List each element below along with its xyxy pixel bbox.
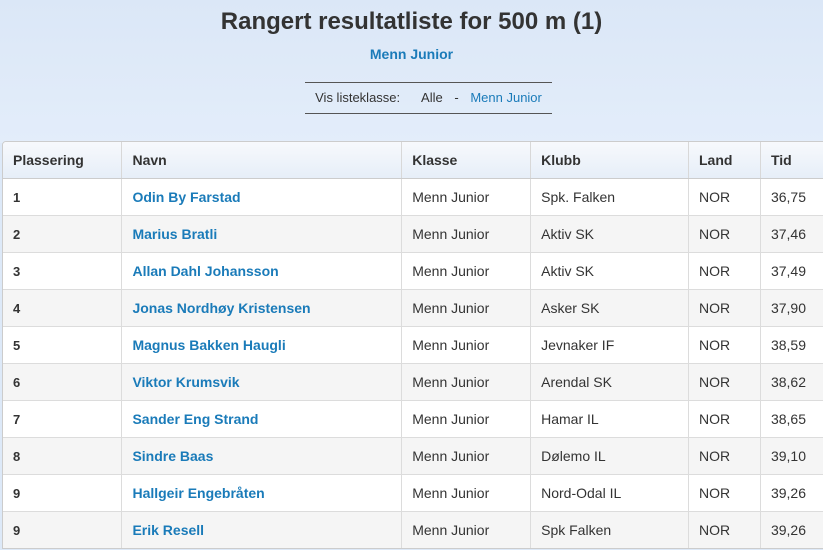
cell-time: 36,75: [760, 178, 823, 216]
page-header: Rangert resultatliste for 500 m (1) Menn…: [0, 0, 823, 143]
cell-club: Aktiv SK: [530, 252, 689, 290]
cell-place: 6: [3, 363, 123, 401]
athlete-name-link[interactable]: Erik Resell: [132, 522, 204, 538]
cell-time: 39,10: [760, 437, 823, 475]
class-subtitle-link[interactable]: Menn Junior: [0, 46, 823, 62]
cell-class: Menn Junior: [401, 252, 532, 290]
athlete-name-link[interactable]: Hallgeir Engebråten: [132, 485, 264, 501]
cell-time: 37,49: [760, 252, 823, 290]
header-klasse[interactable]: Klasse: [401, 142, 532, 179]
cell-club: Spk. Falken: [530, 178, 689, 216]
cell-place: 5: [3, 326, 123, 364]
cell-country: NOR: [688, 215, 761, 253]
cell-country: NOR: [688, 289, 761, 327]
cell-place: 7: [3, 400, 123, 438]
athlete-name-link[interactable]: Jonas Nordhøy Kristensen: [132, 300, 310, 316]
cell-place: 9: [3, 474, 123, 512]
table-row: 3 Allan Dahl Johansson Menn Junior Aktiv…: [3, 252, 823, 290]
athlete-name-link[interactable]: Sander Eng Strand: [132, 411, 258, 427]
cell-club: Dølemo IL: [530, 437, 689, 475]
athlete-name-link[interactable]: Viktor Krumsvik: [132, 374, 239, 390]
header-tid[interactable]: Tid: [760, 142, 823, 179]
cell-place: 9: [3, 511, 123, 548]
cell-class: Menn Junior: [401, 511, 532, 548]
cell-country: NOR: [688, 437, 761, 475]
cell-country: NOR: [688, 474, 761, 512]
results-table-container: Plassering Navn Klasse Klubb Land Tid 1 …: [2, 141, 823, 549]
cell-class: Menn Junior: [401, 178, 532, 216]
cell-class: Menn Junior: [401, 363, 532, 401]
cell-time: 38,65: [760, 400, 823, 438]
cell-time: 39,26: [760, 474, 823, 512]
cell-club: Hamar IL: [530, 400, 689, 438]
cell-place: 2: [3, 215, 123, 253]
cell-class: Menn Junior: [401, 326, 532, 364]
header-klubb[interactable]: Klubb: [530, 142, 689, 179]
cell-place: 1: [3, 178, 123, 216]
cell-class: Menn Junior: [401, 400, 532, 438]
cell-place: 4: [3, 289, 123, 327]
cell-club: Asker SK: [530, 289, 689, 327]
results-table: Plassering Navn Klasse Klubb Land Tid 1 …: [3, 142, 823, 548]
header-plassering[interactable]: Plassering: [3, 142, 123, 179]
cell-place: 8: [3, 437, 123, 475]
list-class-filter: Vis listeklasse: Alle - Menn Junior: [305, 82, 552, 114]
cell-time: 37,90: [760, 289, 823, 327]
cell-club: Aktiv SK: [530, 215, 689, 253]
header-land[interactable]: Land: [688, 142, 761, 179]
cell-class: Menn Junior: [401, 215, 532, 253]
cell-club: Nord-Odal IL: [530, 474, 689, 512]
cell-time: 38,62: [760, 363, 823, 401]
filter-option-menn-junior[interactable]: Menn Junior: [470, 90, 542, 105]
cell-country: NOR: [688, 363, 761, 401]
athlete-name-link[interactable]: Marius Bratli: [132, 226, 217, 242]
table-row: 4 Jonas Nordhøy Kristensen Menn Junior A…: [3, 289, 823, 327]
page-title: Rangert resultatliste for 500 m (1): [220, 8, 603, 35]
cell-club: Jevnaker IF: [530, 326, 689, 364]
cell-country: NOR: [688, 252, 761, 290]
table-row: 9 Hallgeir Engebråten Menn Junior Nord-O…: [3, 474, 823, 512]
cell-country: NOR: [688, 400, 761, 438]
table-header-row: Plassering Navn Klasse Klubb Land Tid: [3, 142, 823, 179]
table-row: 9 Erik Resell Menn Junior Spk Falken NOR…: [3, 511, 823, 548]
cell-country: NOR: [688, 178, 761, 216]
table-row: 5 Magnus Bakken Haugli Menn Junior Jevna…: [3, 326, 823, 364]
table-row: 8 Sindre Baas Menn Junior Dølemo IL NOR …: [3, 437, 823, 475]
athlete-name-link[interactable]: Allan Dahl Johansson: [132, 263, 278, 279]
table-row: 7 Sander Eng Strand Menn Junior Hamar IL…: [3, 400, 823, 438]
cell-club: Arendal SK: [530, 363, 689, 401]
cell-class: Menn Junior: [401, 437, 532, 475]
athlete-name-link[interactable]: Sindre Baas: [132, 448, 213, 464]
table-row: 6 Viktor Krumsvik Menn Junior Arendal SK…: [3, 363, 823, 401]
table-row: 2 Marius Bratli Menn Junior Aktiv SK NOR…: [3, 215, 823, 253]
cell-place: 3: [3, 252, 123, 290]
filter-label: Vis listeklasse:: [315, 90, 401, 105]
table-row: 1 Odin By Farstad Menn Junior Spk. Falke…: [3, 178, 823, 216]
athlete-name-link[interactable]: Odin By Farstad: [132, 189, 240, 205]
header-navn[interactable]: Navn: [121, 142, 403, 179]
cell-time: 38,59: [760, 326, 823, 364]
cell-class: Menn Junior: [401, 474, 532, 512]
filter-separator: -: [454, 90, 459, 105]
cell-class: Menn Junior: [401, 289, 532, 327]
cell-club: Spk Falken: [530, 511, 689, 548]
athlete-name-link[interactable]: Magnus Bakken Haugli: [132, 337, 285, 353]
cell-country: NOR: [688, 326, 761, 364]
cell-time: 37,46: [760, 215, 823, 253]
filter-option-all[interactable]: Alle: [421, 90, 443, 105]
cell-time: 39,26: [760, 511, 823, 548]
cell-country: NOR: [688, 511, 761, 548]
